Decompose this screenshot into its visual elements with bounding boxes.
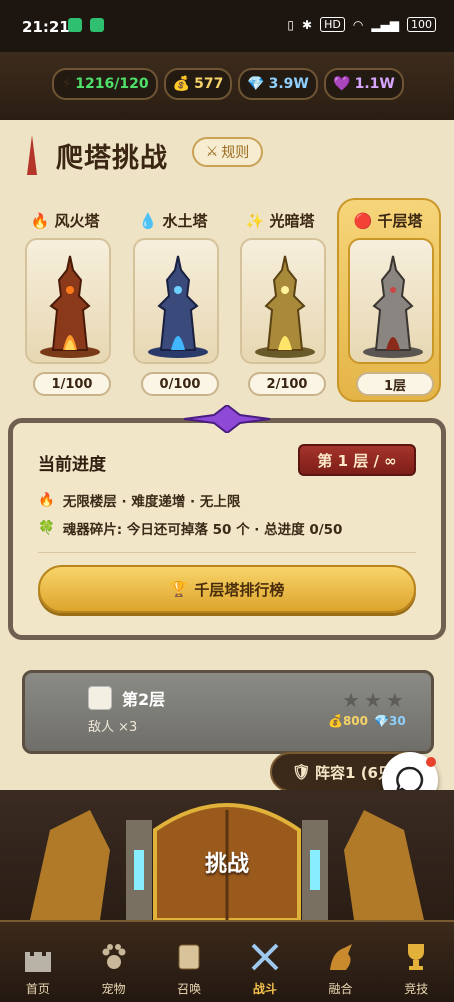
tower-progress: 2/100 bbox=[248, 372, 326, 396]
status-time: 21:21 bbox=[22, 18, 70, 36]
tower-progress: 1/100 bbox=[33, 372, 111, 396]
page-title: 爬塔挑战 bbox=[56, 142, 168, 174]
fire-icon: 🔥 bbox=[38, 492, 55, 508]
shield-icon: 🛡 bbox=[292, 763, 312, 781]
energy-pill[interactable]: ⚡ 1216/120 bbox=[52, 68, 158, 100]
dragon-icon bbox=[329, 944, 352, 970]
tower-name: 🔴 千层塔 bbox=[353, 212, 423, 230]
tower-icon bbox=[18, 133, 46, 177]
gold-pill[interactable]: 💰 577 bbox=[164, 68, 232, 100]
divider bbox=[38, 552, 416, 553]
stage-stars: ★ ★ ★ bbox=[342, 688, 404, 712]
tower-card-fire[interactable]: 🔥 风火塔 1/100 bbox=[15, 200, 115, 400]
lightning-icon: ⚡ bbox=[61, 76, 72, 92]
diamond-icon: 💎 bbox=[247, 76, 265, 92]
notification-dot bbox=[426, 757, 436, 767]
stage-enemy-count: 敌人 ×3 bbox=[88, 720, 138, 735]
app-notification-icon bbox=[68, 18, 82, 32]
leaderboard-button[interactable]: 🏆 千层塔排行榜 bbox=[38, 565, 416, 613]
tower-progress: 0/100 bbox=[141, 372, 219, 396]
gold-reward: 💰800 bbox=[328, 714, 369, 728]
tower-name: 🔥 风火塔 bbox=[30, 212, 100, 230]
resource-bar: ⚡ 1216/120 💰 577 💎 3.9W 💜 1.1W bbox=[0, 52, 454, 123]
nav-battle[interactable]: 战斗 bbox=[227, 922, 303, 1002]
tower-card-thousand[interactable]: 🔴 千层塔 1层 bbox=[338, 200, 438, 400]
purple-gem-ornament bbox=[184, 405, 270, 433]
light-tower-image bbox=[240, 238, 326, 364]
tower-card-light[interactable]: ✨ 光暗塔 2/100 bbox=[230, 200, 330, 400]
nav-home[interactable]: 首页 bbox=[0, 922, 76, 1002]
purple-gem-pill[interactable]: 💜 1.1W bbox=[324, 68, 404, 100]
castle-icon bbox=[24, 952, 51, 972]
info-line-fragments: 🍀 魂器碎片: 今日还可掉落 50 个 · 总进度 0/50 bbox=[38, 520, 343, 538]
page-header: 爬塔挑战 bbox=[18, 130, 168, 180]
scroll-icon bbox=[178, 944, 200, 970]
gem-reward: 💎30 bbox=[374, 714, 406, 728]
nav-fusion[interactable]: 融合 bbox=[303, 922, 379, 1002]
nav-summon[interactable]: 召唤 bbox=[151, 922, 227, 1002]
signal-icon: ▂▄▆ bbox=[371, 17, 399, 32]
stone-tower-image bbox=[348, 238, 434, 364]
progress-title: 当前进度 bbox=[38, 455, 106, 475]
tower-name: ✨ 光暗塔 bbox=[245, 212, 315, 230]
purple-heart-icon: 💜 bbox=[333, 76, 351, 92]
stage-name: 第2层 bbox=[122, 690, 166, 709]
tower-progress: 1层 bbox=[356, 372, 434, 396]
status-bar: 21:21 ▯ ✱ HD ◠ ▂▄▆ 100 bbox=[0, 0, 454, 52]
bottom-nav: 首页 宠物 召唤 战斗 融合 竞技 bbox=[0, 920, 454, 1002]
hd-badge: HD bbox=[320, 17, 345, 32]
purple-gem-value: 1.1W bbox=[354, 76, 395, 92]
status-right: ▯ ✱ HD ◠ ▂▄▆ 100 bbox=[287, 17, 436, 32]
challenge-label: 挑战 bbox=[204, 852, 249, 877]
nav-pets[interactable]: 宠物 bbox=[76, 922, 152, 1002]
energy-value: 1216/120 bbox=[75, 76, 149, 92]
water-tower-image bbox=[133, 238, 219, 364]
gold-value: 577 bbox=[194, 76, 224, 92]
star-icon: ★ bbox=[342, 688, 360, 712]
stage-checkbox bbox=[88, 686, 112, 710]
trophy-icon: 🏆 bbox=[169, 580, 189, 598]
tower-card-water[interactable]: 💧 水土塔 0/100 bbox=[123, 200, 223, 400]
gold-bag-icon: 💰 bbox=[172, 76, 191, 92]
floor-badge: 第 1 层 / ∞ bbox=[298, 444, 416, 476]
crossed-swords-icon bbox=[251, 943, 279, 971]
diamond-value: 3.9W bbox=[268, 76, 309, 92]
nav-arena[interactable]: 竞技 bbox=[378, 922, 454, 1002]
diamond-pill[interactable]: 💎 3.9W bbox=[238, 68, 318, 100]
battery-icon: 100 bbox=[407, 17, 436, 32]
wifi-icon: ◠ bbox=[352, 17, 364, 32]
trophy-icon bbox=[408, 944, 425, 970]
stage-rewards: 💰800 💎30 bbox=[328, 714, 406, 728]
star-icon: ★ bbox=[363, 688, 382, 712]
clover-icon: 🍀 bbox=[38, 520, 55, 536]
paw-icon bbox=[102, 944, 125, 969]
vibrate-icon: ▯ bbox=[287, 17, 295, 32]
tower-name: 💧 水土塔 bbox=[138, 212, 208, 230]
star-icon: ★ bbox=[385, 688, 404, 712]
bluetooth-icon: ✱ bbox=[302, 17, 313, 32]
info-line-infinite: 🔥 无限楼层 · 难度递增 · 无上限 bbox=[38, 492, 241, 510]
swords-icon: ⚔ bbox=[205, 144, 219, 160]
shield-notification-icon bbox=[90, 18, 104, 32]
fire-tower-image bbox=[25, 238, 111, 364]
rules-label: 规则 bbox=[221, 145, 250, 161]
stage-card[interactable] bbox=[22, 670, 434, 754]
rules-button[interactable]: ⚔ 规则 bbox=[192, 137, 263, 167]
